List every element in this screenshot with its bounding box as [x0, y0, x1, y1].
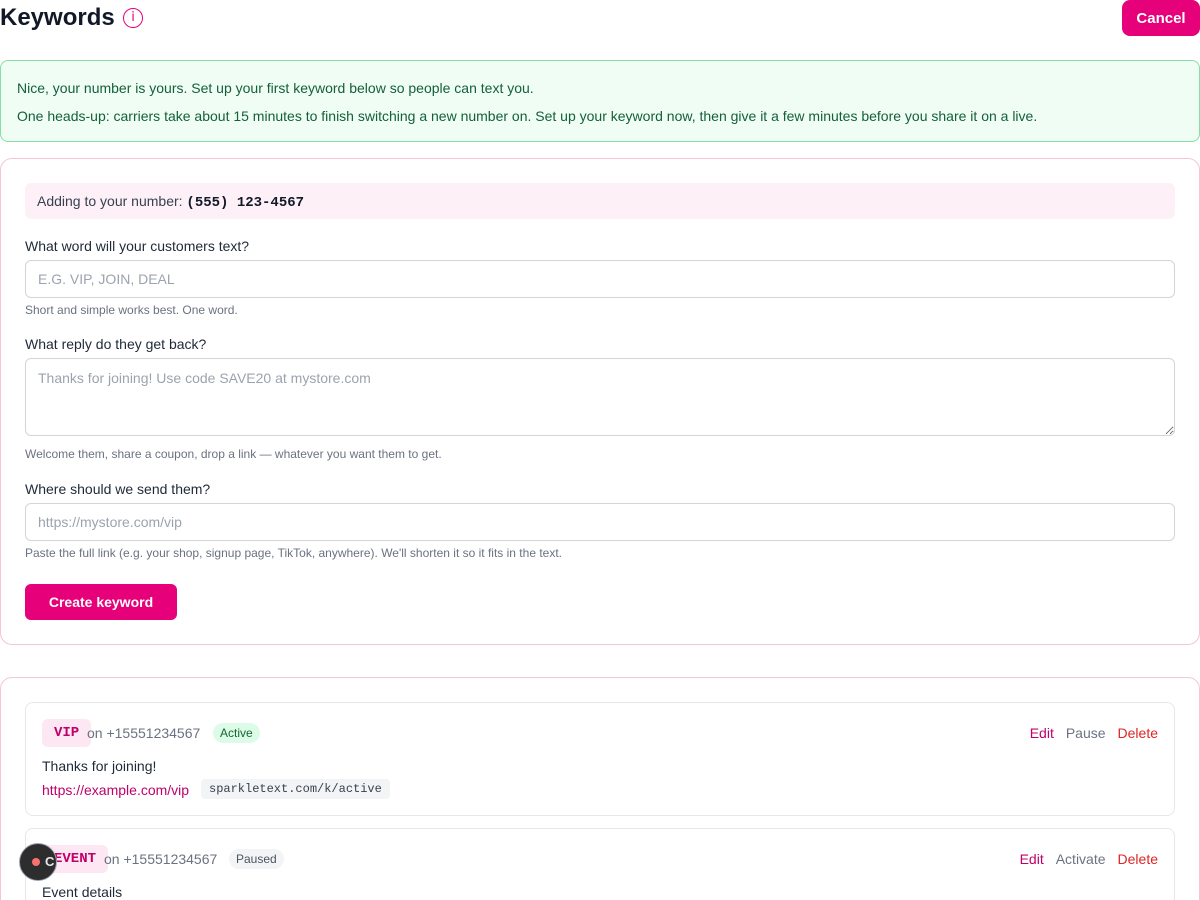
success-notice: Nice, your number is yours. Set up your … [0, 60, 1200, 142]
info-icon[interactable]: i [123, 8, 143, 28]
keyword-destination-link[interactable]: https://example.com/vip [42, 781, 189, 799]
pause-link[interactable]: Pause [1066, 725, 1106, 741]
create-keyword-button[interactable]: Create keyword [25, 584, 177, 620]
short-link: sparkletext.com/k/active [201, 779, 390, 799]
status-badge: Paused [229, 849, 284, 869]
keyword-label: What word will your customers text? [25, 238, 250, 254]
recording-dot-icon [32, 858, 40, 866]
fab-label: C [45, 854, 55, 869]
keyword-badge: VIP [42, 719, 92, 747]
reply-hint: Welcome them, share a coupon, drop a lin… [25, 447, 442, 461]
phone-number: (555) 123-4567 [186, 195, 305, 211]
keyword-actions: Edit Activate Delete [1020, 851, 1158, 867]
link-label: Where should we send them? [25, 481, 211, 497]
edit-link[interactable]: Edit [1020, 851, 1044, 867]
notice-line-1: Nice, your number is yours. Set up your … [17, 80, 534, 96]
notice-line-2: One heads-up: carriers take about 15 min… [17, 108, 1038, 124]
cancel-button[interactable]: Cancel [1122, 0, 1200, 36]
page-header: Keywords i Cancel [0, 0, 1200, 36]
keyword-number: on +15551234567 [104, 851, 218, 867]
keyword-item: EVENT on +15551234567 Paused Edit Activa… [25, 828, 1175, 900]
keyword-number: on +15551234567 [87, 725, 201, 741]
delete-link[interactable]: Delete [1118, 725, 1158, 741]
reply-textarea[interactable] [25, 358, 1175, 436]
edit-link[interactable]: Edit [1030, 725, 1054, 741]
keyword-reply: Thanks for joining! [42, 758, 157, 774]
keyword-input[interactable] [25, 260, 1175, 298]
delete-link[interactable]: Delete [1118, 851, 1158, 867]
number-banner: Adding to your number: (555) 123-4567 [25, 183, 1175, 219]
keyword-reply: Event details [42, 884, 123, 900]
page-title: Keywords [0, 4, 115, 31]
keyword-list-card: VIP on +15551234567 Active Edit Pause De… [0, 677, 1200, 900]
keyword-item: VIP on +15551234567 Active Edit Pause De… [25, 702, 1175, 816]
floating-action-button[interactable]: C [19, 843, 57, 881]
keyword-actions: Edit Pause Delete [1030, 725, 1158, 741]
reply-label: What reply do they get back? [25, 336, 207, 352]
link-hint: Paste the full link (e.g. your shop, sig… [25, 546, 562, 560]
number-prefix: Adding to your number: [37, 193, 187, 209]
link-input[interactable] [25, 503, 1175, 541]
status-badge: Active [213, 723, 260, 743]
keyword-form-card: Adding to your number: (555) 123-4567 Wh… [0, 158, 1200, 645]
keyword-hint: Short and simple works best. One word. [25, 303, 238, 317]
activate-link[interactable]: Activate [1056, 851, 1106, 867]
